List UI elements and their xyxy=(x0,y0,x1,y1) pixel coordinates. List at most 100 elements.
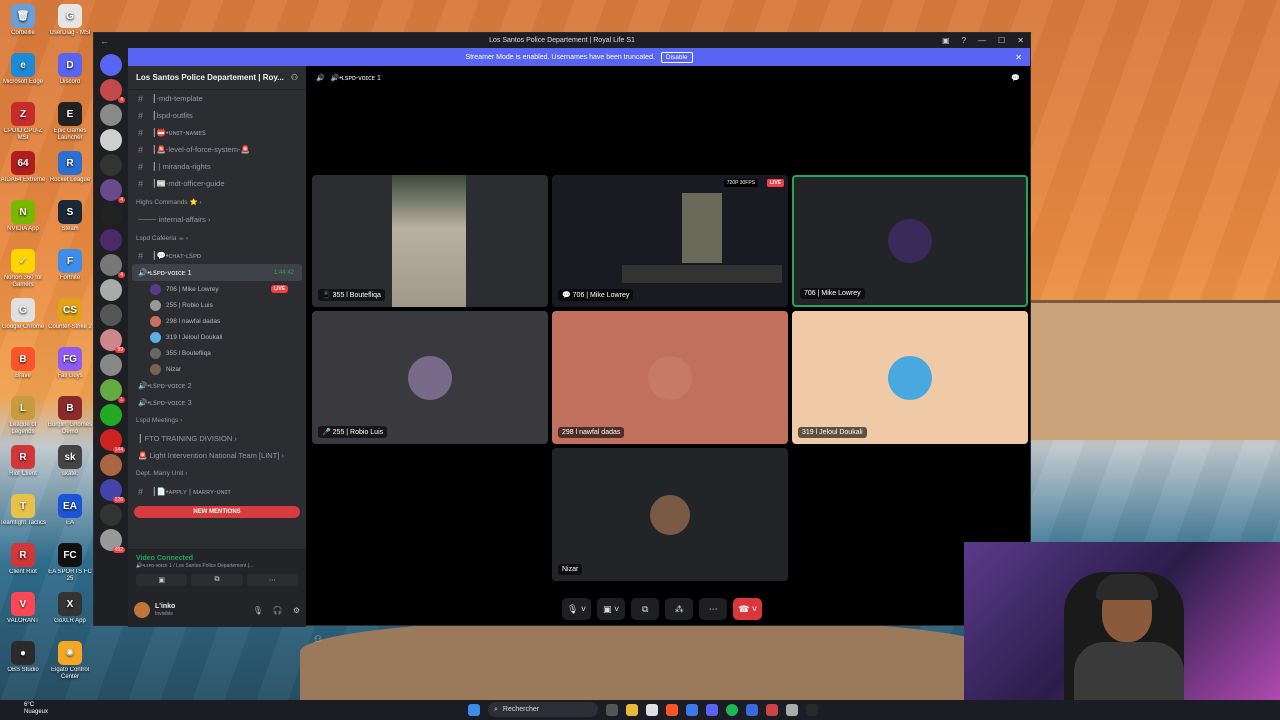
desktop-icon[interactable]: Z CPUID CPU-Z MSI xyxy=(0,100,46,148)
text-channel[interactable]: # ┃lspd-outfits xyxy=(128,107,306,124)
camera-toggle-icon[interactable]: ▣ xyxy=(136,574,188,586)
server-icon[interactable] xyxy=(100,354,122,376)
disconnect-button[interactable]: ☎ ˅ xyxy=(733,598,763,620)
desktop-icon[interactable]: N NVIDIA App xyxy=(0,198,46,246)
server-icon[interactable] xyxy=(100,154,122,176)
desktop-icon[interactable]: R Riot Client xyxy=(0,443,46,491)
camera-button[interactable]: ▣ ˅ xyxy=(597,598,626,620)
start-icon[interactable] xyxy=(468,703,480,716)
video-tile[interactable]: 🎤 255 | Robio Luis xyxy=(312,311,548,444)
screen-share-button[interactable]: ⧉ xyxy=(631,598,660,620)
headphones-icon[interactable]: 🎧 xyxy=(273,606,283,615)
desktop-icon[interactable]: F Fortnite xyxy=(47,247,93,295)
category-highs[interactable]: Highs Commands ⭐ › xyxy=(128,192,306,211)
add-member-icon[interactable]: ⚇ xyxy=(291,73,298,82)
text-channel[interactable]: # ┃-mdt-template xyxy=(128,90,306,107)
screen-share-tile[interactable]: 720P 30FPS LIVE 💬 706 | Mike Lowrey xyxy=(552,175,788,307)
voice-channel-active[interactable]: 🔊•ʟꜱᴘᴅ-ᴠᴏɪᴄᴇ 1 1:44:42 xyxy=(132,264,302,281)
desktop-icon[interactable]: T Teamfight Tactics xyxy=(0,492,46,540)
voice-channel-2[interactable]: 🔊•ʟꜱᴘᴅ-ᴠᴏɪᴄᴇ 2 xyxy=(128,377,306,394)
desktop-icon[interactable]: L League of Legends xyxy=(0,394,46,442)
voice-user[interactable]: 355 l Boutefliqa xyxy=(128,345,306,361)
mute-button[interactable]: 🎙 ˅ xyxy=(562,598,592,620)
voice-user[interactable]: 298 l nawfal dadas xyxy=(128,313,306,329)
app-icon[interactable] xyxy=(746,703,758,716)
channel-apply[interactable]: # ┃📄•ᴀᴘᴘʟʏ | ᴍᴀʀʀʏ-ᴜɴɪᴛ xyxy=(128,483,306,500)
video-tile[interactable]: 319 l Jeloul Doukali xyxy=(792,311,1028,444)
channel-internal-affairs[interactable]: ⸻ internal-affairs › xyxy=(128,211,306,228)
spotify-icon[interactable] xyxy=(726,703,738,716)
server-icon[interactable]: 99 xyxy=(100,329,125,353)
desktop-icon[interactable]: B Brave xyxy=(0,345,46,393)
video-tile[interactable]: 📱 355 l Boutefliqa xyxy=(312,175,548,307)
chat-icon[interactable]: 💬 xyxy=(1011,74,1020,82)
server-icon[interactable] xyxy=(100,204,122,226)
store-icon[interactable] xyxy=(686,703,698,716)
voice-user[interactable]: 319 l Jeloul Doukali xyxy=(128,329,306,345)
desktop-icon[interactable]: EA EA xyxy=(47,492,93,540)
desktop-icon[interactable]: FG Fall Guys xyxy=(47,345,93,393)
video-tile[interactable]: Nizar xyxy=(552,448,788,581)
screen-share-icon[interactable]: ⧉ xyxy=(191,574,243,586)
discord-home-icon[interactable] xyxy=(100,54,122,76)
close-button[interactable]: ✕ xyxy=(1017,36,1024,45)
maximize-button[interactable]: ☐ xyxy=(998,36,1005,45)
avatar[interactable] xyxy=(134,602,150,618)
desktop-icon[interactable]: X GoXLR App xyxy=(47,590,93,638)
desktop-icon[interactable]: R Rocket League xyxy=(47,149,93,197)
minimize-button[interactable]: — xyxy=(978,36,986,45)
desktop-icon[interactable]: 64 AIDA64 Extreme xyxy=(0,149,46,197)
server-icon[interactable] xyxy=(100,304,122,326)
banner-close-icon[interactable]: ✕ xyxy=(1015,53,1022,62)
goxlr-icon[interactable] xyxy=(806,703,818,716)
text-channel[interactable]: # ┃ | miranda-rights xyxy=(128,158,306,175)
server-icon[interactable]: 492 xyxy=(100,529,125,553)
video-tile[interactable]: 706 | Mike Lowrey xyxy=(792,175,1028,307)
category-meetings[interactable]: Lspd Meetings › xyxy=(128,411,306,430)
server-header[interactable]: Los Santos Police Departement | Roy... ⚇ xyxy=(128,66,306,90)
desktop-icon[interactable]: G Google Chrome xyxy=(0,296,46,344)
activities-button[interactable]: ⁂ xyxy=(665,598,694,620)
category-marry[interactable]: Dept. Marry Unit › xyxy=(128,464,306,483)
text-channel[interactable]: # ┃🚨-level-of-force-system-🚨 xyxy=(128,141,306,158)
server-icon[interactable] xyxy=(100,404,122,426)
desktop-icon[interactable]: e Microsoft Edge xyxy=(0,51,46,99)
desktop-icon[interactable]: sk skate. xyxy=(47,443,93,491)
desktop-icon[interactable]: S Steam xyxy=(47,198,93,246)
server-icon[interactable] xyxy=(100,104,122,126)
channel-fto[interactable]: ┃ FTO TRAINING DIVISION › xyxy=(128,430,306,447)
voice-user[interactable]: Nizar xyxy=(128,361,306,377)
weather-widget[interactable]: 6°C Nuageux xyxy=(24,702,48,716)
app-icon[interactable] xyxy=(766,703,778,716)
channel-chat[interactable]: # ┃💬•ᴄʜᴀᴛ-ʟꜱᴘᴅ xyxy=(128,247,306,264)
back-arrow-icon[interactable]: ← xyxy=(100,36,109,46)
server-icon[interactable] xyxy=(100,229,122,251)
server-icon[interactable]: 4 xyxy=(100,79,125,103)
search-box[interactable]: ⌕ Rechercher xyxy=(488,702,598,717)
category-cafe[interactable]: Lspd Caféeria ☕ › xyxy=(128,228,306,247)
desktop-icon[interactable]: ✺ Elgato Control Center xyxy=(47,639,93,687)
voice-channel-3[interactable]: 🔊•ʟꜱᴘᴅ-ᴠᴏɪᴄᴇ 3 xyxy=(128,394,306,411)
server-icon[interactable]: 4 xyxy=(100,254,125,278)
server-icon[interactable] xyxy=(100,129,122,151)
server-icon[interactable]: 1 xyxy=(100,379,125,403)
desktop-icon[interactable]: B Burglin' Gnomes Demo xyxy=(47,394,93,442)
desktop-icon[interactable]: 🗑 Corbeille xyxy=(0,2,46,50)
brave-icon[interactable] xyxy=(666,703,678,716)
server-icon[interactable] xyxy=(100,454,122,476)
desktop-icon[interactable]: E Epic Games Launcher xyxy=(47,100,93,148)
server-icon[interactable]: 144 xyxy=(100,429,125,453)
server-icon[interactable]: 4 xyxy=(100,179,125,203)
task-view-icon[interactable] xyxy=(606,703,618,716)
discord-icon[interactable] xyxy=(706,703,718,716)
text-channel[interactable]: # ┃📛•ᴜɴɪᴛ-ɴᴀᴍᴇꜱ xyxy=(128,124,306,141)
server-icon[interactable] xyxy=(100,279,122,301)
text-channel[interactable]: # ┃📰-mdt-officer-guide xyxy=(128,175,306,192)
microphone-icon[interactable]: 🎙 xyxy=(253,606,263,615)
app-icon[interactable] xyxy=(786,703,798,716)
activities-icon[interactable]: ⋯ xyxy=(246,574,298,586)
file-explorer-icon[interactable] xyxy=(626,703,638,716)
voice-user[interactable]: 706 | Mike Lowrey LIVE xyxy=(128,281,306,297)
server-icon[interactable]: 126 xyxy=(100,479,125,503)
desktop-icon[interactable]: G UserDiag - MSI xyxy=(47,2,93,50)
